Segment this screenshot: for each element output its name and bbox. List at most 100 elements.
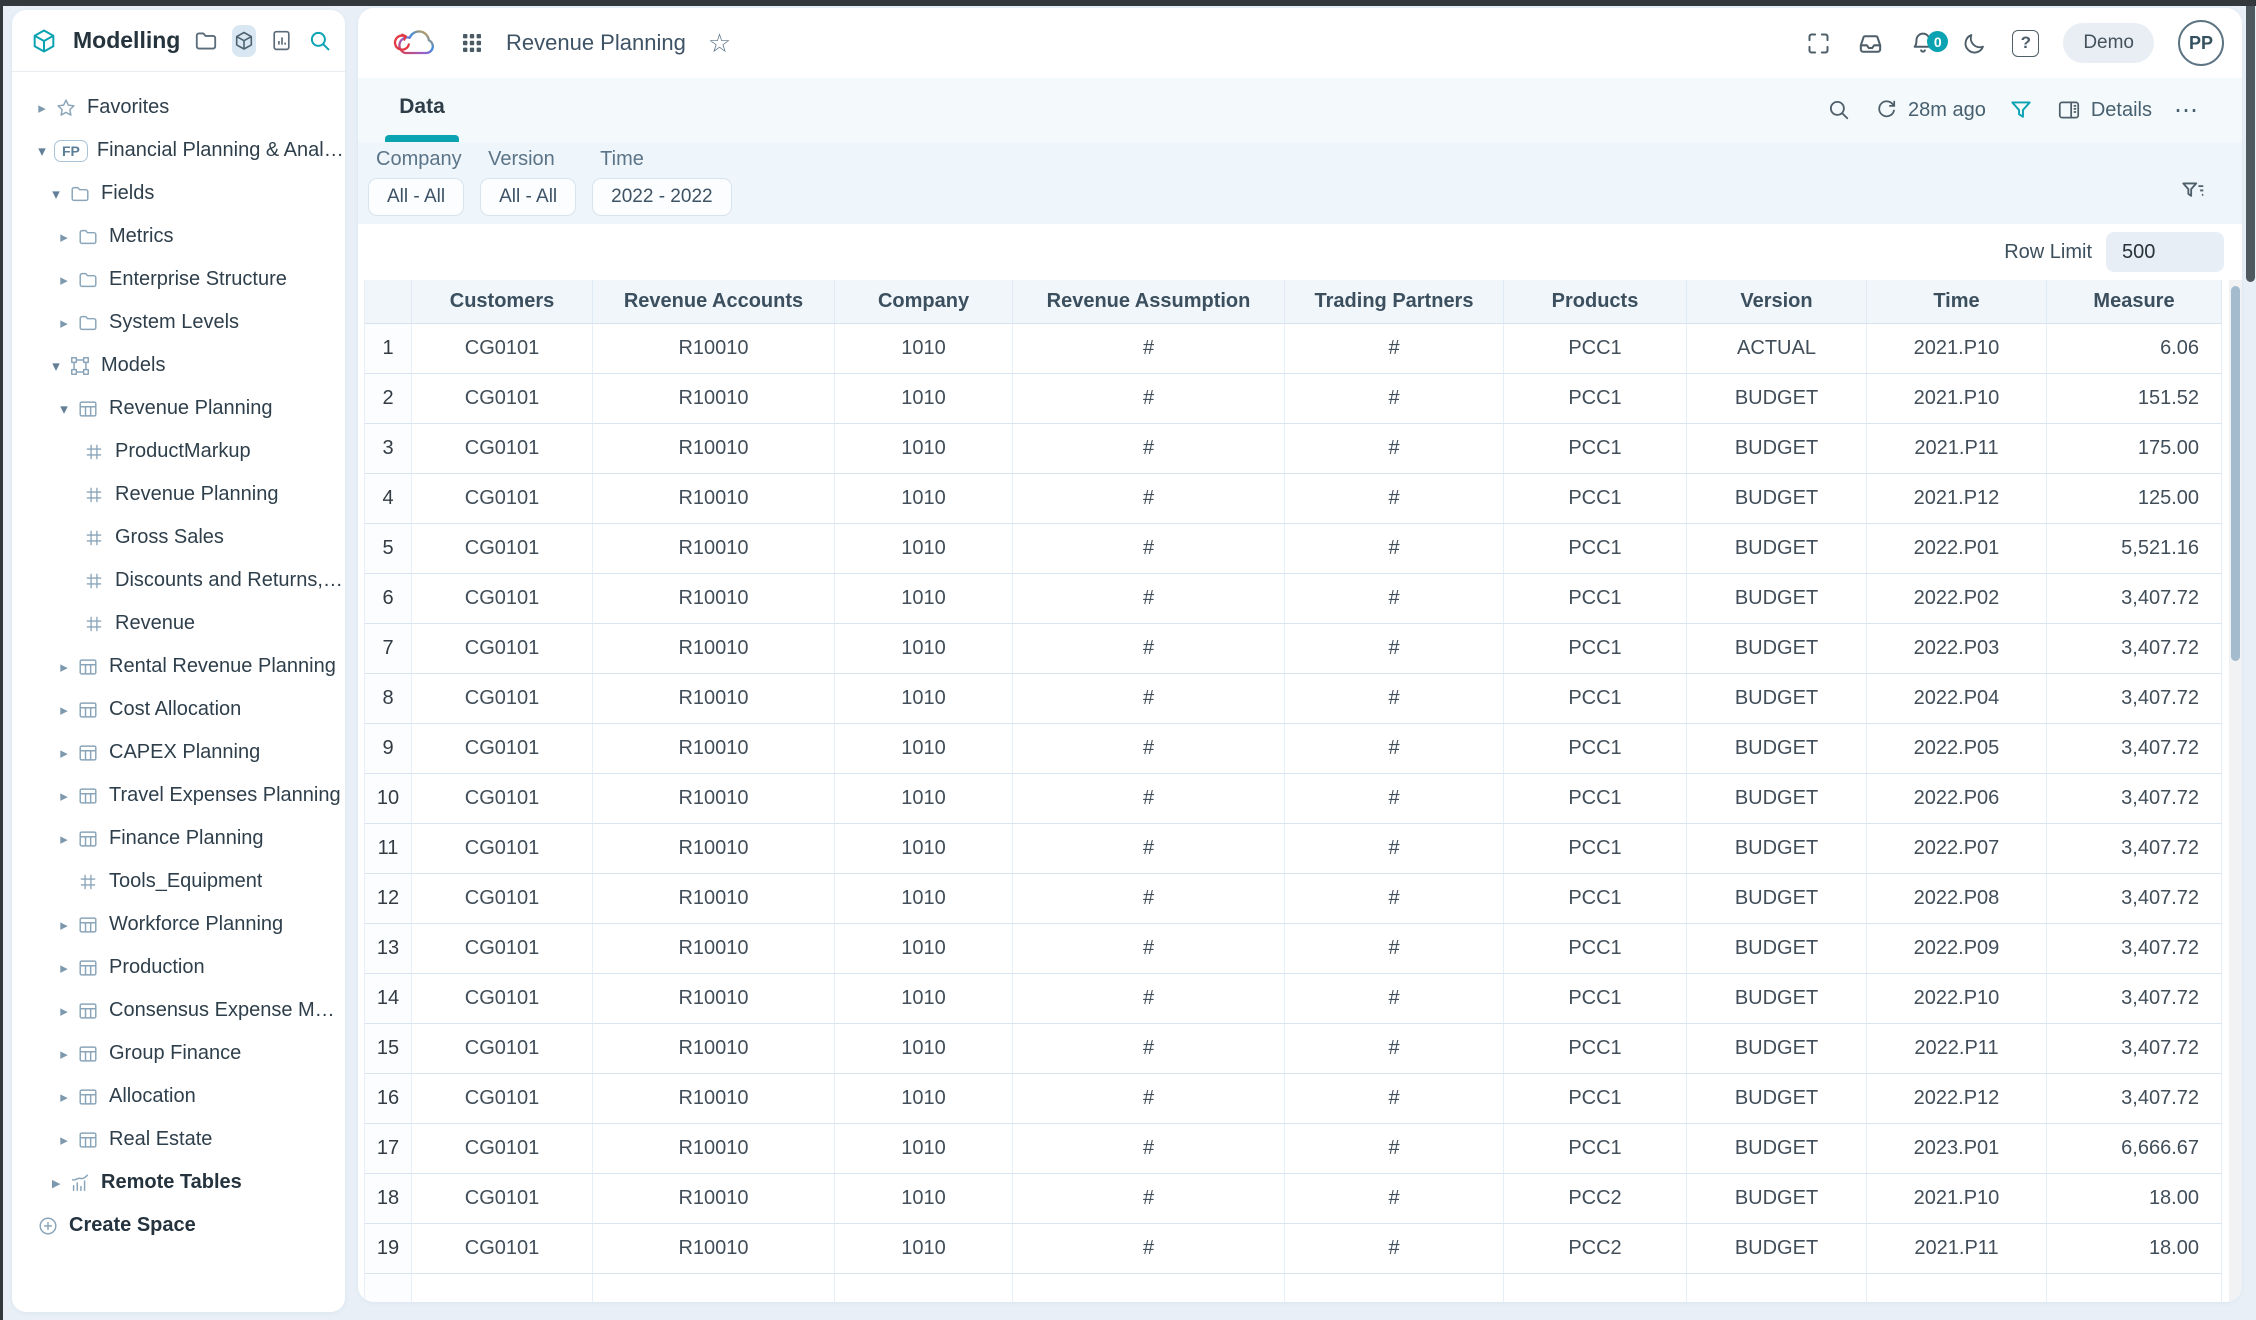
tree-item-system-levels[interactable]: ▸System Levels	[12, 301, 345, 344]
tree-item-gross-sales[interactable]: Gross Sales	[12, 516, 345, 559]
column-header-time[interactable]: Time	[1867, 280, 2047, 324]
tree-item-remote-tables[interactable]: ▸Remote Tables	[12, 1161, 345, 1204]
tree-item-group-finance[interactable]: ▸Group Finance	[12, 1032, 345, 1075]
more-options-icon[interactable]: ⋯	[2174, 96, 2200, 125]
tree-item-enterprise-structure[interactable]: ▸Enterprise Structure	[12, 258, 345, 301]
table-row[interactable]: 2CG0101R100101010##PCC1BUDGET2021.P10151…	[364, 374, 2222, 424]
page-scrollbar-thumb[interactable]	[2246, 6, 2255, 282]
filter-value-pill[interactable]: All - All	[480, 178, 576, 216]
filter-settings-icon[interactable]	[2180, 178, 2206, 204]
collapse-arrow-icon[interactable]: ▾	[30, 142, 54, 160]
table-row[interactable]: 15CG0101R100101010##PCC1BUDGET2022.P113,…	[364, 1024, 2222, 1074]
tree-item-favorites[interactable]: ▸Favorites	[12, 86, 345, 129]
models-view-icon[interactable]	[232, 25, 256, 57]
collapse-arrow-icon[interactable]: ▾	[52, 400, 76, 418]
expand-arrow-icon[interactable]: ▸	[52, 916, 76, 934]
collapse-arrow-icon[interactable]: ▾	[44, 185, 68, 203]
expand-arrow-icon[interactable]: ▸	[52, 1045, 76, 1063]
details-toggle[interactable]: Details	[2056, 97, 2152, 123]
fullscreen-icon[interactable]	[1805, 30, 1832, 57]
folder-browser-icon[interactable]	[193, 26, 219, 56]
expand-arrow-icon[interactable]: ▸	[52, 228, 76, 246]
row-number-header[interactable]	[364, 280, 412, 324]
tree-item-cost-allocation[interactable]: ▸Cost Allocation	[12, 688, 345, 731]
expand-arrow-icon[interactable]: ▸	[30, 99, 54, 117]
dark-mode-icon[interactable]	[1961, 30, 1988, 57]
user-avatar[interactable]: PP	[2178, 20, 2224, 66]
table-row[interactable]: 6CG0101R100101010##PCC1BUDGET2022.P023,4…	[364, 574, 2222, 624]
help-icon[interactable]: ?	[2012, 30, 2039, 57]
table-row[interactable]: 11CG0101R100101010##PCC1BUDGET2022.P073,…	[364, 824, 2222, 874]
table-search-icon[interactable]	[1826, 97, 1852, 123]
table-row[interactable]: 18CG0101R100101010##PCC2BUDGET2021.P1018…	[364, 1174, 2222, 1224]
tree-item-financial-planning-analysis[interactable]: ▾FPFinancial Planning & Analysis	[12, 129, 345, 172]
table-row[interactable]: 1CG0101R100101010##PCC1ACTUAL2021.P106.0…	[364, 324, 2222, 374]
table-row[interactable]: 12CG0101R100101010##PCC1BUDGET2022.P083,…	[364, 874, 2222, 924]
tree-item-allocation[interactable]: ▸Allocation	[12, 1075, 345, 1118]
expand-arrow-icon[interactable]: ▸	[52, 744, 76, 762]
tree-item-discounts-and-returns-c[interactable]: Discounts and Returns, C…	[12, 559, 345, 602]
report-icon[interactable]	[269, 26, 294, 56]
filter-value-pill[interactable]: All - All	[368, 178, 464, 216]
expand-arrow-icon[interactable]: ▸	[52, 1131, 76, 1149]
tree-item-capex-planning[interactable]: ▸CAPEX Planning	[12, 731, 345, 774]
table-row[interactable]: 8CG0101R100101010##PCC1BUDGET2022.P043,4…	[364, 674, 2222, 724]
table-scrollbar-track[interactable]	[2229, 280, 2242, 1302]
row-limit-input[interactable]	[2106, 232, 2224, 272]
favorite-star-icon[interactable]: ☆	[708, 30, 731, 56]
expand-arrow-icon[interactable]: ▸	[52, 314, 76, 332]
tree-item-fields[interactable]: ▾Fields	[12, 172, 345, 215]
app-launcher-icon[interactable]	[460, 31, 484, 55]
table-row[interactable]: 7CG0101R100101010##PCC1BUDGET2022.P033,4…	[364, 624, 2222, 674]
column-header-products[interactable]: Products	[1504, 280, 1687, 324]
tree-item-productmarkup[interactable]: ProductMarkup	[12, 430, 345, 473]
table-row[interactable]: 3CG0101R100101010##PCC1BUDGET2021.P11175…	[364, 424, 2222, 474]
expand-arrow-icon[interactable]: ▸	[52, 658, 76, 676]
table-scrollbar-thumb[interactable]	[2231, 286, 2240, 661]
notifications-bell-icon[interactable]: 0	[1909, 29, 1937, 57]
expand-arrow-icon[interactable]: ▸	[52, 787, 76, 805]
refresh-control[interactable]: 28m ago	[1874, 98, 1986, 123]
tree-item-finance-planning[interactable]: ▸Finance Planning	[12, 817, 345, 860]
table-row[interactable]: 19CG0101R100101010##PCC2BUDGET2021.P1118…	[364, 1224, 2222, 1274]
table-row[interactable]: 16CG0101R100101010##PCC1BUDGET2022.P123,…	[364, 1074, 2222, 1124]
table-row[interactable]: 10CG0101R100101010##PCC1BUDGET2022.P063,…	[364, 774, 2222, 824]
expand-arrow-icon[interactable]: ▸	[52, 1002, 76, 1020]
table-row[interactable]: 17CG0101R100101010##PCC1BUDGET2023.P016,…	[364, 1124, 2222, 1174]
tab-data[interactable]: Data	[385, 78, 459, 135]
tree-item-tools-equipment[interactable]: Tools_Equipment	[12, 860, 345, 903]
expand-arrow-icon[interactable]: ▸	[52, 1088, 76, 1106]
tree-item-models[interactable]: ▾Models	[12, 344, 345, 387]
column-header-measure[interactable]: Measure	[2047, 280, 2222, 324]
collapse-arrow-icon[interactable]: ▾	[44, 357, 68, 375]
column-header-trading-partners[interactable]: Trading Partners	[1285, 280, 1504, 324]
tree-item-metrics[interactable]: ▸Metrics	[12, 215, 345, 258]
search-icon[interactable]	[307, 26, 333, 56]
table-row[interactable]: 14CG0101R100101010##PCC1BUDGET2022.P103,…	[364, 974, 2222, 1024]
tree-item-real-estate[interactable]: ▸Real Estate	[12, 1118, 345, 1161]
tree-item-rental-revenue-planning[interactable]: ▸Rental Revenue Planning	[12, 645, 345, 688]
column-header-version[interactable]: Version	[1687, 280, 1867, 324]
tree-item-production[interactable]: ▸Production	[12, 946, 345, 989]
tree-item-revenue-planning[interactable]: Revenue Planning	[12, 473, 345, 516]
table-row[interactable]: 5CG0101R100101010##PCC1BUDGET2022.P015,5…	[364, 524, 2222, 574]
create-space-button[interactable]: Create Space	[12, 1204, 345, 1247]
tree-item-workforce-planning[interactable]: ▸Workforce Planning	[12, 903, 345, 946]
column-header-revenue-accounts[interactable]: Revenue Accounts	[593, 280, 835, 324]
filter-funnel-icon[interactable]	[2008, 97, 2034, 123]
column-header-company[interactable]: Company	[835, 280, 1013, 324]
expand-arrow-icon[interactable]: ▸	[52, 271, 76, 289]
demo-badge[interactable]: Demo	[2063, 23, 2154, 63]
tree-item-revenue-planning[interactable]: ▾Revenue Planning	[12, 387, 345, 430]
expand-arrow-icon[interactable]: ▸	[52, 701, 76, 719]
filter-value-pill[interactable]: 2022 - 2022	[592, 178, 731, 216]
inbox-icon[interactable]	[1856, 29, 1885, 58]
table-row[interactable]: 4CG0101R100101010##PCC1BUDGET2021.P12125…	[364, 474, 2222, 524]
column-header-customers[interactable]: Customers	[412, 280, 593, 324]
column-header-revenue-assumption[interactable]: Revenue Assumption	[1013, 280, 1285, 324]
tree-item-travel-expenses-planning[interactable]: ▸Travel Expenses Planning	[12, 774, 345, 817]
expand-arrow-icon[interactable]: ▸	[52, 959, 76, 977]
tree-item-consensus-expense-mo[interactable]: ▸Consensus Expense Mo…	[12, 989, 345, 1032]
tree-item-revenue[interactable]: Revenue	[12, 602, 345, 645]
expand-arrow-icon[interactable]: ▸	[52, 830, 76, 848]
